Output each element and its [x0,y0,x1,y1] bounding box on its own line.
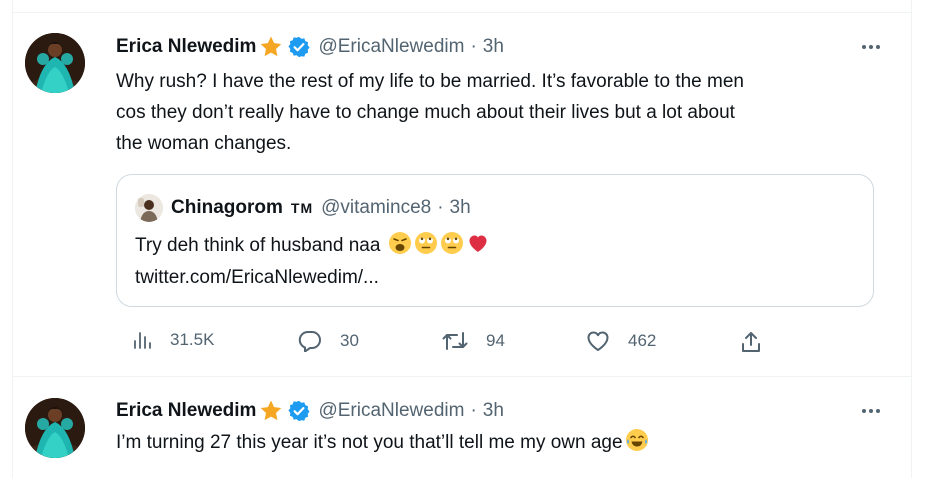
divider-between-tweets [12,376,912,377]
tweet-header: Erica Nlewedim @EricaNlewedim · 3h [116,398,504,424]
author-handle[interactable]: @EricaNlewedim [318,400,464,422]
avatar[interactable] [25,33,85,93]
views-button[interactable]: 31.5K [132,330,214,350]
quoted-avatar [135,194,163,222]
star-emoji-icon [261,400,282,421]
author-name[interactable]: Erica Nlewedim [116,400,256,422]
timeline-border-right [911,0,912,478]
avatar[interactable] [25,398,85,458]
author-name[interactable]: Erica Nlewedim [116,36,256,58]
like-button[interactable]: 462 [586,330,656,352]
rolling-eyes-emoji-icon [440,232,463,254]
quoted-author-name[interactable]: Chinagorom [171,197,283,219]
verified-badge-icon [288,400,310,422]
share-button[interactable] [740,330,762,354]
like-heart-icon [587,331,609,351]
reply-button[interactable]: 30 [298,330,359,352]
tweet-text: I’m turning 27 this year it’s not you th… [116,427,876,458]
separator-dot: · [437,197,444,218]
retweet-icon [442,332,468,350]
quoted-tweet-body-text: Try deh think of husband naa [135,235,381,256]
quoted-tweet-header: Chinagorom TM @vitamince8 · 3h [135,194,471,222]
retweet-count: 94 [486,331,505,350]
views-chart-icon [134,332,151,349]
quoted-tweet-link[interactable]: twitter.com/EricaNlewedim/... [135,262,490,294]
timestamp[interactable]: 3h [483,36,504,58]
tweet-text: Why rush? I have the rest of my life to … [116,66,876,159]
share-icon [742,332,760,352]
verified-badge-icon [288,36,310,58]
tweet-text-line: Why rush? I have the rest of my life to … [116,71,744,92]
retweet-button[interactable]: 94 [442,330,505,352]
quoted-author-handle[interactable]: @vitamince8 [321,197,431,219]
tweet-text-line: the woman changes. [116,133,292,154]
divider-top [12,12,912,13]
views-count: 31.5K [170,330,215,349]
red-heart-emoji-icon [469,235,487,252]
timestamp[interactable]: 3h [483,400,504,422]
like-count: 462 [628,331,657,350]
reply-count: 30 [340,331,359,350]
reply-icon [298,330,321,352]
more-options-icon[interactable] [856,400,886,422]
more-options-icon[interactable] [856,36,886,58]
quoted-author-tm: TM [290,200,314,216]
quoted-tweet-body: Try deh think of husband naa [135,230,490,262]
author-handle[interactable]: @EricaNlewedim [318,36,464,58]
quoted-timestamp[interactable]: 3h [450,197,471,219]
tweet-header: Erica Nlewedim @EricaNlewedim · 3h [116,34,504,60]
tweet-text-body: I’m turning 27 this year it’s not you th… [116,432,623,453]
avatar-image [25,398,85,458]
star-emoji-icon [261,36,282,57]
separator-dot: · [470,400,477,421]
quoted-tweet[interactable]: Chinagorom TM @vitamince8 · 3h Try deh t… [116,174,874,307]
rolling-eyes-emoji-icon [414,232,437,254]
separator-dot: · [470,36,477,57]
avatar-image [25,33,85,93]
quoted-tweet-text: Try deh think of husband naa twitter.com… [135,230,490,294]
tears-of-joy-emoji-icon [625,429,648,451]
quoted-avatar-image [135,194,163,222]
tweet-text-line: cos they don’t really have to change muc… [116,102,735,123]
weary-face-emoji-icon [388,232,411,254]
timeline-border-left [12,0,13,478]
tweet-actions: 31.5K 30 94 462 [116,330,766,356]
